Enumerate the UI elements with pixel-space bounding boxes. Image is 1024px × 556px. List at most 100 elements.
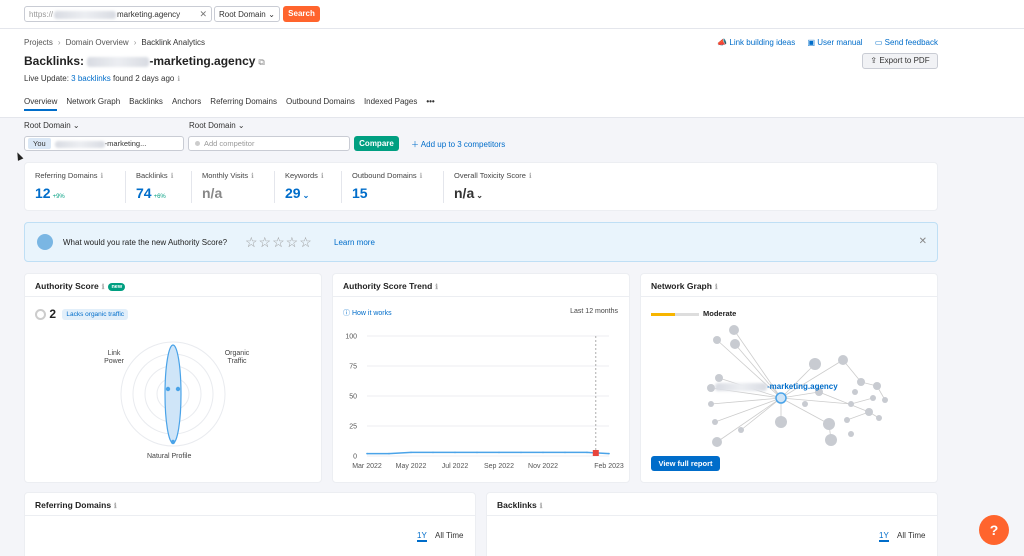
- tab-anchors[interactable]: Anchors: [172, 97, 201, 109]
- metric-label: Monthly Visits: [202, 171, 249, 180]
- metric-keywords[interactable]: Keywords ℹ 29 ⌄: [274, 171, 341, 203]
- range-all-time-tab[interactable]: All Time: [897, 531, 925, 540]
- x-tick-label: Jul 2022: [442, 463, 469, 470]
- clear-icon[interactable]: ✕: [199, 9, 207, 20]
- metric-outbound-domains[interactable]: Outbound Domains ℹ 15: [341, 171, 443, 203]
- tab-more[interactable]: •••: [426, 97, 434, 109]
- metric-value[interactable]: 29: [285, 185, 301, 201]
- trend-line-chart: 100 75 50 25 0 Mar 2022 May 2022 Jul 2022 Sep 20…: [345, 334, 624, 471]
- metric-value[interactable]: 12: [35, 185, 51, 201]
- label-organic-traffic: Organic Traffic: [224, 350, 250, 365]
- breadcrumb-domain-overview[interactable]: Domain Overview: [66, 38, 129, 47]
- competitor-input[interactable]: Add competitor: [188, 136, 350, 151]
- metric-value[interactable]: 15: [352, 185, 368, 201]
- chevron-down-icon[interactable]: ⌄: [303, 191, 310, 200]
- competitor-placeholder: Add competitor: [204, 139, 255, 148]
- live-update-backlinks-link[interactable]: 3 backlinks: [71, 74, 111, 83]
- network-node-label: -marketing.agency: [715, 382, 838, 391]
- info-icon[interactable]: ℹ: [540, 503, 543, 510]
- y-tick-label: 100: [345, 334, 357, 341]
- network-graph-card: Network Graph ℹ Moderate -marketing.agen…: [640, 273, 938, 483]
- x-tick-label: Nov 2022: [528, 463, 558, 470]
- mouse-cursor-icon: [14, 151, 24, 161]
- tab-network-graph[interactable]: Network Graph: [66, 97, 120, 109]
- chevron-down-icon[interactable]: ⌄: [476, 191, 483, 200]
- robot-icon: [37, 234, 53, 250]
- breadcrumb-projects[interactable]: Projects: [24, 38, 53, 47]
- left-scope-select[interactable]: Root Domain ⌄: [24, 121, 80, 130]
- info-icon[interactable]: ℹ: [321, 173, 324, 180]
- domain-type-value: Root Domain: [219, 10, 266, 19]
- tab-referring-domains[interactable]: Referring Domains: [210, 97, 277, 109]
- page-title: Backlinks: -marketing.agency ⧉: [24, 54, 265, 68]
- data-point: [432, 451, 434, 454]
- data-point: [388, 452, 390, 455]
- rating-banner: What would you rate the new Authority Sc…: [24, 222, 938, 262]
- blurred-text: [715, 382, 767, 391]
- label-link-power: Link Power: [104, 350, 124, 365]
- info-icon[interactable]: ℹ: [114, 503, 117, 510]
- metric-referring-domains[interactable]: Referring Domains ℹ 12 +9%: [25, 171, 125, 203]
- rating-question: What would you rate the new Authority Sc…: [63, 238, 228, 247]
- book-icon: ▣: [807, 38, 815, 47]
- label-natural-profile: Natural Profile: [147, 453, 192, 460]
- info-icon[interactable]: ℹ: [101, 173, 104, 180]
- metric-change: +9%: [52, 194, 65, 200]
- event-flag-icon: [592, 450, 599, 456]
- link-building-ideas-link[interactable]: 📣 Link building ideas: [717, 38, 795, 47]
- info-icon[interactable]: ℹ: [171, 173, 174, 180]
- help-button[interactable]: ?: [979, 515, 1009, 545]
- export-pdf-button[interactable]: ⇪ Export to PDF: [862, 53, 938, 69]
- chevron-right-icon: ›: [57, 38, 61, 47]
- compare-button[interactable]: Compare: [354, 136, 399, 151]
- info-icon[interactable]: ℹ: [251, 173, 254, 180]
- tab-overview[interactable]: Overview: [24, 97, 58, 111]
- right-scope-select[interactable]: Root Domain ⌄: [189, 121, 245, 130]
- metric-value[interactable]: n/a: [454, 185, 474, 201]
- plus-icon: ＋: [411, 140, 419, 149]
- tab-backlinks[interactable]: Backlinks: [129, 97, 163, 109]
- range-1y-tab[interactable]: 1Y: [879, 531, 889, 542]
- metric-toxicity-score[interactable]: Overall Toxicity Score ℹ n/a ⌄: [443, 171, 583, 203]
- rating-stars[interactable]: ☆☆☆☆☆: [245, 234, 313, 251]
- send-feedback-link[interactable]: ▭ Send feedback: [875, 38, 938, 47]
- external-link-icon[interactable]: ⧉: [258, 57, 264, 67]
- breadcrumb-backlink-analytics: Backlink Analytics: [141, 38, 205, 47]
- info-icon[interactable]: ℹ: [177, 76, 180, 83]
- search-button[interactable]: Search: [283, 6, 320, 22]
- chevron-down-icon: ⌄: [268, 10, 275, 19]
- metric-value: n/a: [202, 185, 223, 201]
- megaphone-icon: 📣: [717, 38, 728, 47]
- metric-monthly-visits: Monthly Visits ℹ n/a: [191, 171, 274, 203]
- x-tick-label: Mar 2022: [352, 463, 382, 470]
- chat-icon: ▭: [874, 38, 883, 47]
- metric-backlinks[interactable]: Backlinks ℹ 74 +6%: [125, 171, 191, 203]
- info-icon[interactable]: ℹ: [420, 173, 423, 180]
- range-all-time-tab[interactable]: All Time: [435, 531, 463, 540]
- tab-indexed-pages[interactable]: Indexed Pages: [364, 97, 417, 109]
- domain-search-input[interactable]: https:// marketing.agency ✕: [24, 6, 212, 22]
- card-title: Backlinks ℹ: [497, 500, 543, 510]
- data-point: [564, 451, 566, 454]
- url-prefix: https://: [29, 10, 54, 19]
- metric-value[interactable]: 74: [136, 185, 152, 201]
- metric-label: Overall Toxicity Score: [454, 171, 526, 180]
- y-tick-label: 50: [349, 394, 357, 401]
- live-update: Live Update: 3 backlinks found 2 days ag…: [24, 74, 180, 83]
- card-title: Referring Domains ℹ: [35, 500, 117, 510]
- metric-label: Backlinks: [136, 171, 168, 180]
- add-competitors-link[interactable]: ＋ Add up to 3 competitors: [411, 139, 505, 150]
- metric-label: Keywords: [285, 171, 318, 180]
- top-search-bar: https:// marketing.agency ✕ Root Domain ⌄…: [0, 0, 1024, 29]
- data-point: [410, 451, 412, 454]
- view-full-report-button[interactable]: View full report: [651, 456, 720, 471]
- tab-outbound-domains[interactable]: Outbound Domains: [286, 97, 355, 109]
- close-icon[interactable]: ✕: [919, 236, 927, 247]
- info-icon[interactable]: ℹ: [529, 173, 532, 180]
- chevron-right-icon: ›: [133, 38, 137, 47]
- domain-type-select[interactable]: Root Domain ⌄: [214, 6, 280, 22]
- user-manual-link[interactable]: ▣ User manual: [807, 38, 862, 47]
- learn-more-link[interactable]: Learn more: [334, 238, 375, 247]
- your-domain-field[interactable]: You -marketing...: [24, 136, 184, 151]
- range-1y-tab[interactable]: 1Y: [417, 531, 427, 542]
